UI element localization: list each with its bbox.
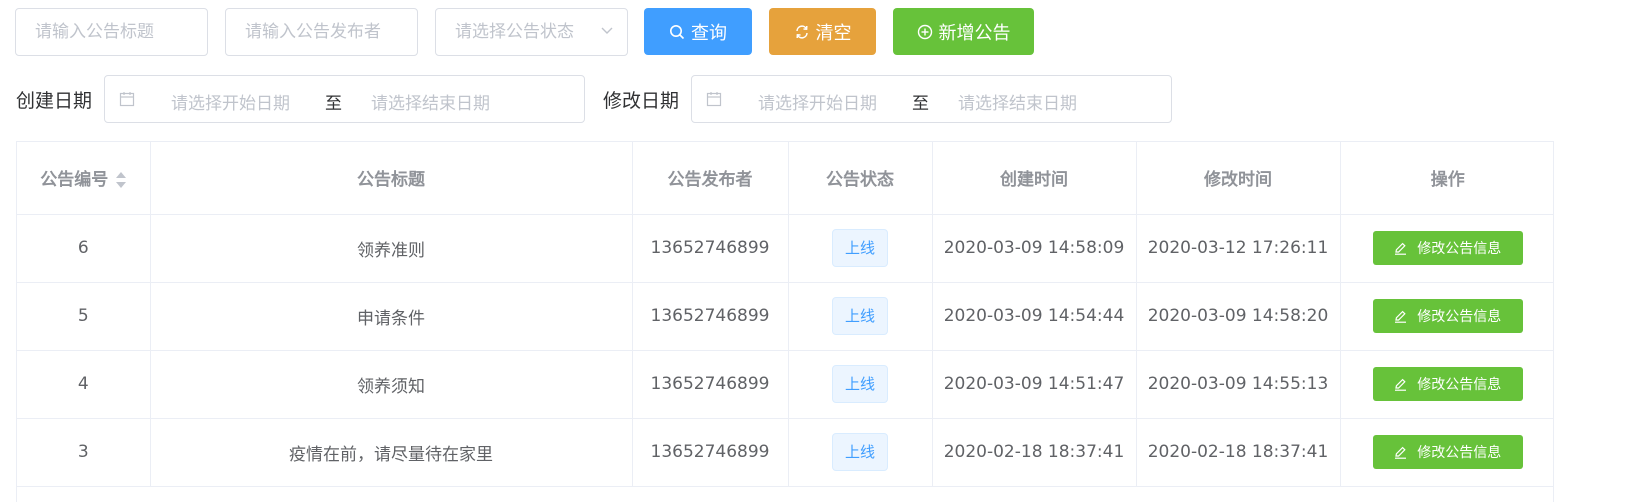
cell-modified: 2020-02-18 18:37:41 bbox=[1136, 418, 1341, 487]
column-header-modified: 修改时间 bbox=[1136, 142, 1341, 215]
status-badge: 上线 bbox=[832, 433, 888, 471]
edit-notice-button-label: 修改公告信息 bbox=[1417, 309, 1502, 325]
clear-button-label: 清空 bbox=[815, 22, 852, 44]
cell-modified: 2020-03-12 17:26:11 bbox=[1136, 214, 1341, 283]
table-row: 3 疫情在前，请尽量待在家里 13652746899 上线 2020-02-18… bbox=[17, 418, 1553, 487]
edit-icon bbox=[1395, 378, 1407, 391]
cell-id: 3 bbox=[17, 418, 151, 487]
calendar-icon bbox=[706, 92, 722, 107]
cell-actions: 修改公告信息 bbox=[1340, 418, 1553, 487]
status-badge: 上线 bbox=[832, 365, 888, 403]
cell-publisher: 13652746899 bbox=[632, 214, 789, 283]
edit-notice-button[interactable]: 修改公告信息 bbox=[1372, 299, 1523, 333]
table-row: 4 领养须知 13652746899 上线 2020-03-09 14:51:4… bbox=[17, 350, 1553, 419]
column-header-id[interactable]: 公告编号 bbox=[17, 142, 151, 215]
cell-created: 2020-03-09 14:58:09 bbox=[932, 214, 1137, 283]
column-header-created: 创建时间 bbox=[932, 142, 1137, 215]
edit-icon bbox=[1395, 242, 1407, 255]
column-header-actions: 操作 bbox=[1340, 142, 1553, 215]
notice-table: 公告编号 公告标题 公告发布者 公告状态 创建时间 修改时间 操作 6 领养准则… bbox=[16, 141, 1554, 502]
modified-start-date-input[interactable]: 请选择开始日期 bbox=[758, 89, 877, 114]
cell-title: 疫情在前，请尽量待在家里 bbox=[150, 418, 633, 487]
refresh-icon bbox=[795, 24, 808, 39]
edit-notice-button[interactable]: 修改公告信息 bbox=[1372, 231, 1523, 265]
cell-id: 4 bbox=[17, 350, 151, 419]
cell-modified: 2020-03-09 14:58:20 bbox=[1136, 282, 1341, 351]
search-button[interactable]: 查询 bbox=[644, 8, 752, 55]
modified-date-label: 修改日期 bbox=[603, 90, 680, 112]
cell-id: 6 bbox=[17, 214, 151, 283]
modified-end-date-input[interactable]: 请选择结束日期 bbox=[958, 89, 1077, 114]
search-button-label: 查询 bbox=[691, 22, 727, 44]
cell-created: 2020-03-09 14:51:47 bbox=[932, 350, 1137, 419]
status-select[interactable]: 请选择公告状态 bbox=[435, 8, 628, 56]
edit-notice-button-label: 修改公告信息 bbox=[1417, 445, 1502, 461]
cell-status: 上线 bbox=[788, 418, 933, 487]
created-range-separator: 至 bbox=[325, 94, 342, 114]
cell-modified: 2020-03-09 14:55:13 bbox=[1136, 350, 1341, 419]
edit-notice-button[interactable]: 修改公告信息 bbox=[1372, 367, 1523, 401]
edit-notice-button-label: 修改公告信息 bbox=[1417, 241, 1502, 257]
created-end-date-input[interactable]: 请选择结束日期 bbox=[371, 89, 490, 114]
edit-icon bbox=[1395, 310, 1407, 323]
cell-created: 2020-03-09 14:54:44 bbox=[932, 282, 1137, 351]
publisher-search-input[interactable]: 请输入公告发布者 bbox=[225, 8, 418, 56]
cell-created: 2020-02-18 18:37:41 bbox=[932, 418, 1137, 487]
modified-range-separator: 至 bbox=[912, 94, 929, 114]
cell-publisher: 13652746899 bbox=[632, 418, 789, 487]
cell-publisher: 13652746899 bbox=[632, 282, 789, 351]
column-header-publisher: 公告发布者 bbox=[632, 142, 789, 215]
sort-caret-icon[interactable] bbox=[116, 172, 127, 189]
add-notice-button[interactable]: 新增公告 bbox=[893, 8, 1034, 55]
status-select-placeholder: 请选择公告状态 bbox=[455, 22, 574, 42]
cell-title: 申请条件 bbox=[150, 282, 633, 351]
title-search-input[interactable]: 请输入公告标题 bbox=[15, 8, 208, 56]
column-header-label: 公告编号 bbox=[40, 170, 109, 191]
edit-icon bbox=[1395, 446, 1407, 459]
table-row: 5 申请条件 13652746899 上线 2020-03-09 14:54:4… bbox=[17, 282, 1553, 351]
search-icon bbox=[670, 24, 685, 39]
filter-bar: 请输入公告标题 请输入公告发布者 请选择公告状态 查询 清空 新增公告 bbox=[0, 0, 1630, 70]
cell-publisher: 13652746899 bbox=[632, 350, 789, 419]
clear-button[interactable]: 清空 bbox=[769, 8, 876, 55]
status-badge: 上线 bbox=[832, 229, 888, 267]
chevron-down-icon bbox=[601, 27, 613, 34]
status-badge: 上线 bbox=[832, 297, 888, 335]
column-header-title: 公告标题 bbox=[150, 142, 633, 215]
add-notice-button-label: 新增公告 bbox=[938, 22, 1011, 44]
cell-actions: 修改公告信息 bbox=[1340, 350, 1553, 419]
cell-actions: 修改公告信息 bbox=[1340, 282, 1553, 351]
table-header-row: 公告编号 公告标题 公告发布者 公告状态 创建时间 修改时间 操作 bbox=[17, 142, 1553, 215]
created-date-range-picker[interactable]: 请选择开始日期 至 请选择结束日期 bbox=[104, 75, 585, 123]
edit-notice-button-label: 修改公告信息 bbox=[1417, 377, 1502, 393]
column-header-status: 公告状态 bbox=[788, 142, 933, 215]
cell-title: 领养须知 bbox=[150, 350, 633, 419]
edit-notice-button[interactable]: 修改公告信息 bbox=[1372, 435, 1523, 469]
calendar-icon bbox=[119, 92, 135, 107]
cell-actions: 修改公告信息 bbox=[1340, 214, 1553, 283]
cell-id: 5 bbox=[17, 282, 151, 351]
cell-status: 上线 bbox=[788, 282, 933, 351]
table-row: 6 领养准则 13652746899 上线 2020-03-09 14:58:0… bbox=[17, 214, 1553, 283]
modified-date-range-picker[interactable]: 请选择开始日期 至 请选择结束日期 bbox=[691, 75, 1172, 123]
created-start-date-input[interactable]: 请选择开始日期 bbox=[171, 89, 290, 114]
plus-circle-icon bbox=[917, 24, 932, 39]
cell-status: 上线 bbox=[788, 214, 933, 283]
cell-status: 上线 bbox=[788, 350, 933, 419]
created-date-label: 创建日期 bbox=[16, 90, 93, 112]
cell-title: 领养准则 bbox=[150, 214, 633, 283]
